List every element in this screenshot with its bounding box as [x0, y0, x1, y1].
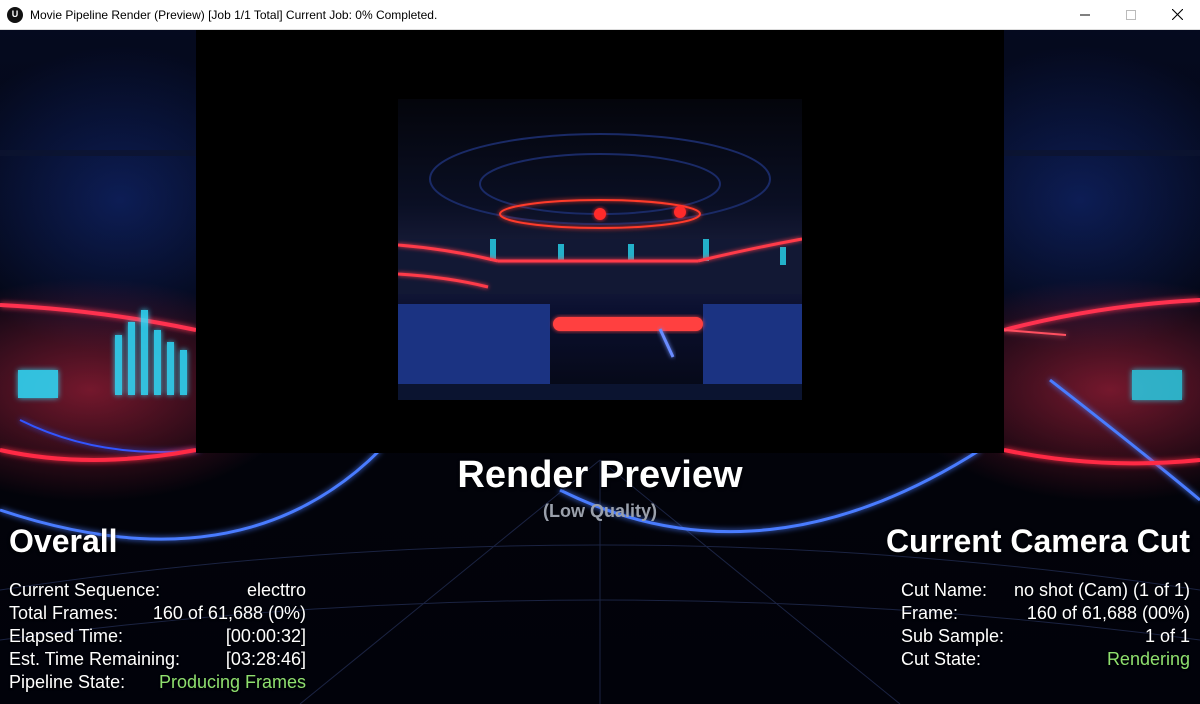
stat-label: Elapsed Time:: [9, 626, 124, 646]
unreal-logo-icon: U: [7, 6, 23, 23]
overall-heading: Overall: [9, 523, 118, 559]
camera-cut-stats: Cut Name: no shot (Cam) (1 of 1) Frame: …: [901, 579, 1190, 671]
stat-label: Sub Sample:: [901, 626, 1005, 646]
minimize-button[interactable]: [1062, 0, 1108, 29]
render-preview-title: Render Preview: [457, 454, 743, 496]
stat-value: 160 of 61,688 (00%): [1026, 603, 1190, 623]
stat-row-pipeline-state: Pipeline State: Producing Frames: [9, 671, 306, 694]
close-icon: [1171, 9, 1183, 20]
preview-viewport: Render Preview (Low Quality) Overall Cur…: [0, 30, 1200, 704]
camera-cut-heading: Current Camera Cut: [885, 523, 1190, 559]
stat-value: 160 of 61,688 (0%): [152, 603, 306, 623]
stat-row-current-sequence: Current Sequence: electtro: [9, 579, 306, 602]
stat-value: [03:28:46]: [225, 649, 306, 669]
stat-value: [00:00:32]: [225, 626, 306, 646]
stat-label: Est. Time Remaining:: [9, 649, 181, 669]
cut-state-value: Rendering: [1106, 649, 1190, 669]
window-title-bar[interactable]: U Movie Pipeline Render (Preview) [Job 1…: [0, 0, 1200, 30]
stat-row-sub-sample: Sub Sample: 1 of 1: [901, 625, 1190, 648]
window-title: Movie Pipeline Render (Preview) [Job 1/1…: [30, 7, 438, 22]
pipeline-state-value: Producing Frames: [158, 672, 306, 692]
stat-row-cut-name: Cut Name: no shot (Cam) (1 of 1): [901, 579, 1190, 602]
maximize-icon: [1126, 9, 1136, 20]
overall-stats: Current Sequence: electtro Total Frames:…: [9, 579, 306, 694]
render-preview-image: [398, 99, 802, 400]
stat-value: electtro: [246, 580, 306, 600]
minimize-icon: [1080, 14, 1090, 15]
stat-label: Total Frames:: [9, 603, 119, 623]
stat-row-time-remaining: Est. Time Remaining: [03:28:46]: [9, 648, 306, 671]
maximize-button[interactable]: [1108, 0, 1154, 29]
render-preview-subtitle: (Low Quality): [543, 501, 657, 521]
render-preview-frame: [196, 30, 1004, 453]
stat-label: Current Sequence:: [9, 580, 161, 600]
stat-row-cut-state: Cut State: Rendering: [901, 648, 1190, 671]
stat-row-frame: Frame: 160 of 61,688 (00%): [901, 602, 1190, 625]
stat-label: Cut Name:: [901, 580, 988, 600]
club-scene-render: [398, 133, 802, 400]
stat-label: Pipeline State:: [9, 672, 126, 692]
stat-value: no shot (Cam) (1 of 1): [1013, 580, 1190, 600]
stat-label: Frame:: [901, 603, 959, 623]
stat-row-total-frames: Total Frames: 160 of 61,688 (0%): [9, 602, 306, 625]
stat-value: 1 of 1: [1144, 626, 1190, 646]
close-button[interactable]: [1154, 0, 1200, 29]
stat-label: Cut State:: [901, 649, 982, 669]
stat-row-elapsed-time: Elapsed Time: [00:00:32]: [9, 625, 306, 648]
